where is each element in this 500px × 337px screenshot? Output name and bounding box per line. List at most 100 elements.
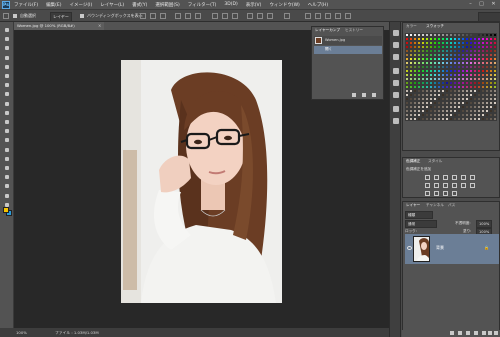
type-tool-icon[interactable] (3, 165, 11, 172)
color-balance-icon[interactable] (425, 183, 430, 188)
align-right-icon[interactable] (195, 13, 201, 19)
menu-item[interactable]: ファイル(F) (14, 2, 38, 8)
menu-item[interactable]: 編集(E) (46, 2, 61, 8)
align-center-icon[interactable] (185, 13, 191, 19)
tab-history[interactable]: ヒストリー (342, 27, 366, 34)
new-snapshot-icon[interactable] (362, 93, 366, 97)
document-tab[interactable]: Women.jpg @ 100% (RGB/8#) (14, 22, 104, 30)
menu-item[interactable]: 表示(V) (246, 2, 262, 8)
black-white-icon[interactable] (434, 183, 439, 188)
checkbox-icon[interactable] (80, 14, 84, 18)
properties-icon[interactable] (393, 42, 399, 48)
menu-item[interactable]: レイヤー(L) (100, 2, 124, 8)
eyedropper-tool-icon[interactable] (3, 73, 11, 80)
hand-tool-icon[interactable] (3, 193, 11, 200)
navigator-icon[interactable] (393, 118, 399, 124)
menu-item[interactable]: イメージ(I) (69, 2, 92, 8)
layer-kind-filter[interactable]: 種類 (405, 211, 433, 219)
new-layer-icon[interactable] (488, 331, 492, 335)
distribute-middle-icon[interactable] (222, 13, 228, 19)
quick-select-tool-icon[interactable] (3, 55, 11, 62)
history-snapshot-row[interactable]: Women.jpg (314, 36, 382, 45)
color-lookup-icon[interactable] (461, 183, 466, 188)
3d-scale-icon[interactable] (345, 13, 351, 19)
marquee-tool-icon[interactable] (3, 36, 11, 43)
clone-source-icon[interactable] (393, 68, 399, 74)
crop-tool-icon[interactable] (3, 64, 11, 71)
threshold-icon[interactable] (434, 191, 439, 196)
brush-tool-icon[interactable] (3, 91, 11, 98)
auto-align-icon[interactable] (284, 13, 290, 19)
tab-swatches[interactable]: スウォッチ (423, 23, 447, 30)
exposure-icon[interactable] (452, 175, 457, 180)
menu-item[interactable]: フィルター(T) (188, 2, 217, 8)
new-document-icon[interactable] (352, 93, 356, 97)
history-state-open[interactable]: 開く (314, 46, 382, 54)
character-icon[interactable] (393, 80, 399, 86)
brightness-icon[interactable] (425, 175, 430, 180)
curves-icon[interactable] (443, 175, 448, 180)
history-brush-tool-icon[interactable] (3, 110, 11, 117)
tab-styles[interactable]: スタイル (425, 158, 445, 165)
distribute-right-icon[interactable] (267, 13, 273, 19)
info-icon[interactable] (393, 106, 399, 112)
close-window-button[interactable]: ✕ (489, 1, 498, 8)
photo-filter-icon[interactable] (443, 183, 448, 188)
posterize-icon[interactable] (425, 191, 430, 196)
gradient-tool-icon[interactable] (3, 128, 11, 135)
paragraph-icon[interactable] (393, 92, 399, 98)
dodge-tool-icon[interactable] (3, 147, 11, 154)
menu-item[interactable]: 選択範囲(S) (155, 2, 179, 8)
gradient-map-icon[interactable] (452, 191, 457, 196)
maximize-button[interactable]: □ (477, 1, 486, 8)
distribute-bottom-icon[interactable] (232, 13, 238, 19)
tab-color[interactable]: カラー (403, 23, 420, 30)
blur-tool-icon[interactable] (3, 137, 11, 144)
menu-item[interactable]: ウィンドウ(W) (269, 2, 299, 8)
workspace-switcher[interactable] (478, 12, 500, 22)
visibility-eye-icon[interactable] (407, 246, 412, 250)
delete-layer-icon[interactable] (494, 331, 498, 335)
layer-style-icon[interactable] (458, 331, 462, 335)
pen-tool-icon[interactable] (3, 156, 11, 163)
rectangle-tool-icon[interactable] (3, 183, 11, 190)
opacity-input[interactable]: 100% (476, 220, 493, 228)
menu-item[interactable]: 3D(D) (224, 2, 237, 8)
menu-item[interactable]: 書式(Y) (132, 2, 147, 8)
swatch-grid[interactable] (405, 33, 498, 121)
move-tool-icon[interactable] (3, 13, 9, 19)
levels-icon[interactable] (434, 175, 439, 180)
foreground-color-swatch[interactable] (3, 207, 9, 213)
align-top-icon[interactable] (140, 13, 146, 19)
swatch[interactable] (493, 117, 497, 121)
move-tool-icon[interactable] (3, 27, 11, 34)
distribute-left-icon[interactable] (247, 13, 253, 19)
tab-channels[interactable]: チャンネル (423, 202, 447, 209)
3d-drag-icon[interactable] (325, 13, 331, 19)
menu-item[interactable]: ヘルプ(H) (308, 2, 328, 8)
tab-paths[interactable]: パス (445, 202, 458, 209)
selective-color-icon[interactable] (443, 191, 448, 196)
align-middle-icon[interactable] (150, 13, 156, 19)
distribute-center-icon[interactable] (257, 13, 263, 19)
3d-rotate-icon[interactable] (305, 13, 311, 19)
3d-slide-icon[interactable] (335, 13, 341, 19)
blend-mode-dropdown[interactable]: 通常 (405, 220, 437, 228)
vibrance-icon[interactable] (461, 175, 466, 180)
brush-icon[interactable] (393, 54, 399, 60)
document-image[interactable] (121, 60, 282, 303)
history-icon[interactable] (393, 30, 399, 36)
checkbox-icon[interactable] (13, 14, 17, 18)
select-target-dropdown[interactable]: レイヤー (50, 12, 72, 22)
new-adjustment-layer-icon[interactable] (474, 331, 478, 335)
zoom-level[interactable]: 100% (16, 328, 27, 337)
align-left-icon[interactable] (175, 13, 181, 19)
minimize-button[interactable]: – (466, 1, 475, 8)
hue-saturation-icon[interactable] (470, 175, 475, 180)
lasso-tool-icon[interactable] (3, 45, 11, 52)
link-layers-icon[interactable] (450, 331, 454, 335)
close-tab-button[interactable]: × (98, 23, 103, 29)
add-mask-icon[interactable] (466, 331, 470, 335)
clone-stamp-tool-icon[interactable] (3, 101, 11, 108)
tab-layers[interactable]: レイヤー (403, 202, 424, 209)
